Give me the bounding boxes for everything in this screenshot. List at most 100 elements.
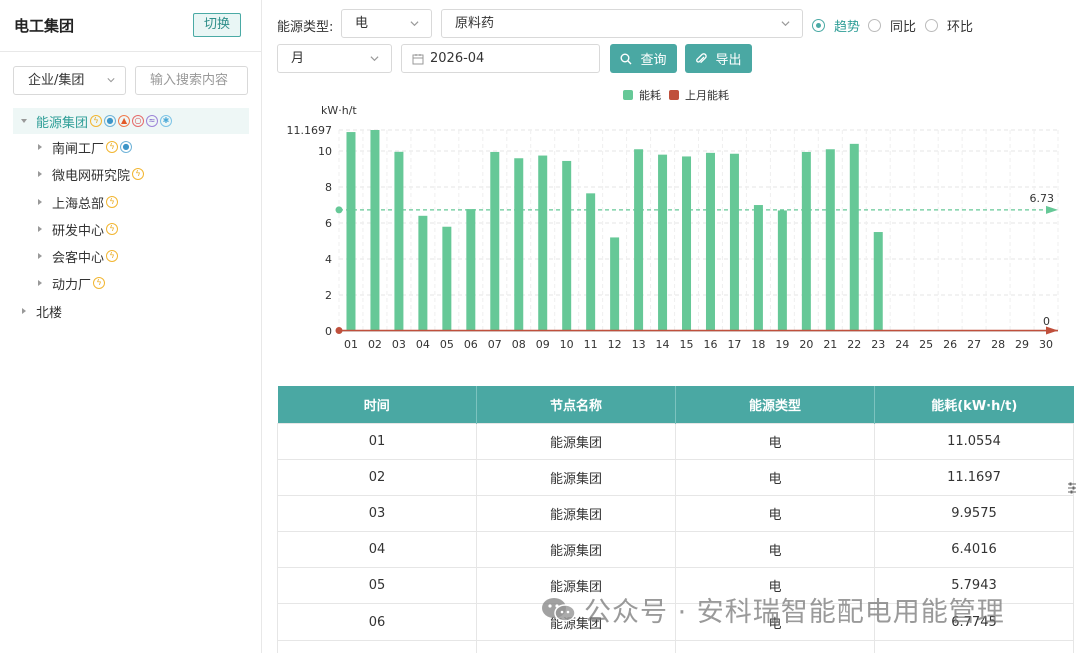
bar [753, 205, 763, 331]
bar [466, 209, 476, 331]
bar [825, 149, 835, 331]
x-tick-label: 08 [512, 338, 526, 351]
x-tick-label: 10 [560, 338, 574, 351]
cell-time: 03 [277, 494, 477, 533]
x-tick-label: 11 [584, 338, 598, 351]
average-start-marker [335, 206, 343, 214]
switch-button[interactable]: 切换 [193, 13, 241, 37]
tree-node-label: 微电网研究院 [52, 168, 131, 184]
cell-time: 06 [277, 603, 477, 641]
radio-mom-label: 环比 [947, 20, 974, 35]
bar [490, 151, 500, 331]
x-tick-label: 01 [344, 338, 358, 351]
radio-trend[interactable]: 趋势 [812, 16, 860, 35]
cell-node: 能源集团 [476, 494, 676, 533]
table-row: 03 能源集团电 9.9575 [277, 494, 1074, 533]
chevron-down-icon [410, 21, 419, 27]
caret-right-icon[interactable] [36, 170, 44, 178]
tree-node[interactable]: 北楼 [13, 298, 249, 324]
material-value: 原料药 [455, 16, 495, 31]
scope-select[interactable]: 企业/集团 [13, 66, 126, 95]
energy-type-select[interactable]: 电 [341, 9, 432, 38]
x-tick-label: 12 [608, 338, 622, 351]
prev-month-start-marker [335, 327, 343, 334]
material-select[interactable]: 原料药 [441, 9, 803, 38]
cell-consumption [874, 639, 1074, 653]
tree-node[interactable]: 能源集团 ϟ ● ▲ ○ ≈ ✱ [13, 108, 249, 134]
caret-right-icon[interactable] [36, 279, 44, 287]
bar [682, 156, 692, 331]
tree-node[interactable]: 南闸工厂 ϟ ● [13, 134, 249, 160]
cell-energy-type [675, 639, 875, 653]
caret-down-icon[interactable] [20, 117, 28, 125]
watermark: 公众号 · 安科瑞智能配电用能管理 [540, 590, 1005, 629]
x-tick-label: 20 [799, 338, 813, 351]
electric-icon: ϟ [106, 250, 119, 262]
radio-dot [868, 19, 881, 32]
chevron-down-icon [781, 21, 790, 27]
electric-icon: ϟ [106, 141, 119, 153]
tree-node[interactable]: 研发中心 ϟ [13, 216, 249, 242]
table-row: 04 能源集团电 6.4016 [277, 531, 1074, 569]
cell-node: 能源集团 [476, 531, 676, 569]
x-tick-label: 26 [943, 338, 957, 351]
legend-label-prev-month: 上月能耗 [685, 88, 729, 102]
tree-node[interactable]: 会客中心 ϟ [13, 243, 249, 269]
fire-icon: ▲ [118, 115, 131, 127]
cell-consumption: 11.0554 [874, 422, 1074, 460]
bar [346, 132, 356, 331]
chevron-down-icon [370, 56, 379, 62]
bar [634, 149, 644, 331]
x-tick-label: 19 [775, 338, 789, 351]
bar [562, 160, 572, 331]
x-tick-label: 07 [488, 338, 502, 351]
caret-right-icon[interactable] [36, 225, 44, 233]
x-tick-label: 09 [536, 338, 550, 351]
tree-node[interactable]: 微电网研究院 ϟ [13, 161, 249, 187]
y-tick-label: 2 [325, 289, 332, 302]
gas-icon: ○ [132, 115, 145, 127]
cell-energy-type: 电 [675, 422, 875, 460]
chart-bars [346, 130, 883, 331]
caret-right-icon[interactable] [20, 307, 28, 315]
radio-yoy[interactable]: 同比 [868, 16, 916, 35]
electric-icon: ϟ [132, 168, 145, 180]
x-tick-label: 22 [847, 338, 861, 351]
tree-node[interactable]: 动力厂 ϟ [13, 270, 249, 296]
cell-time [277, 639, 477, 653]
x-tick-label: 13 [632, 338, 646, 351]
bar [394, 151, 404, 331]
sidebar-header: 电工集团 切换 [0, 0, 262, 52]
table-row: 02 能源集团电 11.1697 [277, 458, 1074, 496]
caret-right-icon[interactable] [36, 198, 44, 206]
month-picker[interactable]: 2026-04 [401, 44, 600, 73]
caret-right-icon[interactable] [36, 252, 44, 260]
water-icon: ● [104, 115, 117, 127]
cell-node: 能源集团 [476, 422, 676, 460]
tree-node[interactable]: 上海总部 ϟ [13, 189, 249, 215]
cell-time: 04 [277, 531, 477, 569]
period-select[interactable]: 月 [277, 44, 392, 73]
export-label: 导出 [715, 53, 742, 68]
bar [777, 210, 787, 331]
radio-dot [925, 19, 938, 32]
radio-mom[interactable]: 环比 [925, 16, 973, 35]
wechat-logo-icon [542, 597, 576, 622]
average-label: 6.73 [1030, 192, 1055, 205]
column-settings-icon[interactable] [1067, 482, 1077, 494]
caret-right-icon[interactable] [36, 143, 44, 151]
y-unit-label: kW·h/t [321, 104, 357, 117]
tree-search-input[interactable] [135, 66, 248, 95]
query-button[interactable]: 查询 [610, 44, 677, 73]
bar [658, 154, 668, 331]
col-header-energy-type: 能源类型 [675, 386, 875, 423]
x-tick-label: 30 [1039, 338, 1053, 351]
bar [418, 215, 428, 331]
bar [514, 158, 524, 331]
x-tick-label: 21 [823, 338, 837, 351]
cell-consumption: 6.4016 [874, 531, 1074, 569]
prev-month-end-label: 0 [1043, 315, 1050, 328]
legend-swatch-prev-month [669, 90, 679, 100]
col-header-node: 节点名称 [476, 386, 676, 423]
export-button[interactable]: 导出 [685, 44, 752, 73]
